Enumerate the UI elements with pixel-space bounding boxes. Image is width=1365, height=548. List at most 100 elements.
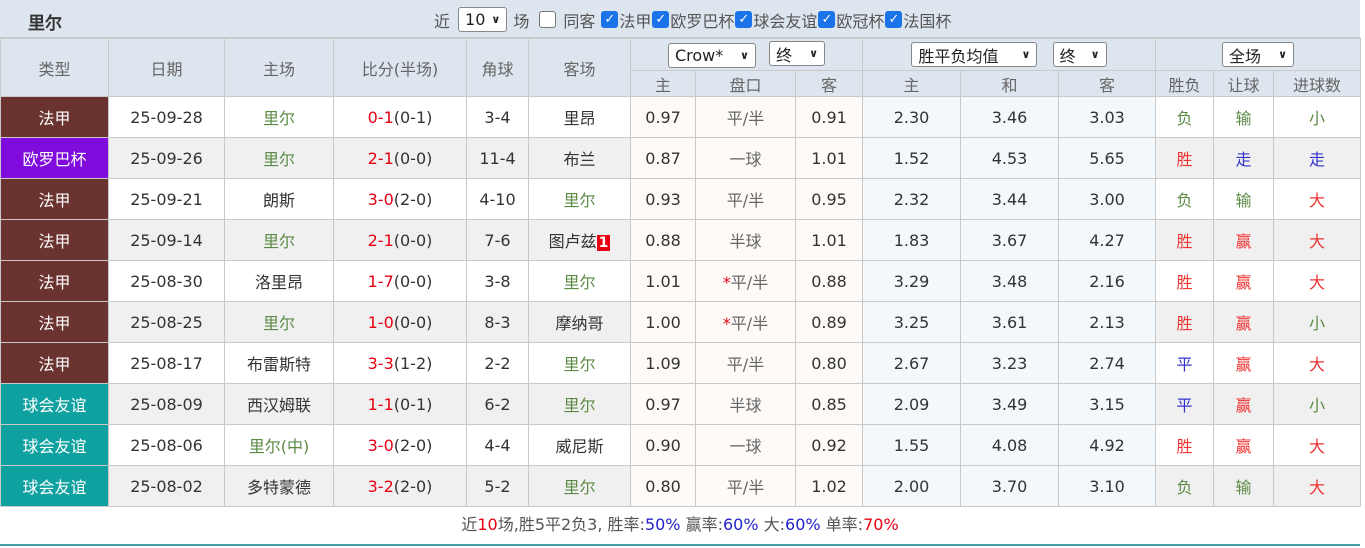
win-rate: 50% [644, 515, 681, 534]
period-select[interactable]: 全场 ∨ [1222, 42, 1295, 67]
table-row: 法甲 25-09-28 里尔 0-1(0-1) 3-4 里昂 0.97 平/半 0.91 2.30… [0, 96, 1362, 138]
home-team[interactable]: 朗斯 [224, 178, 334, 220]
half-time-score: (0-0) [393, 148, 433, 168]
period-value: 全场 [1229, 46, 1262, 66]
col-away: 客场 [528, 38, 631, 97]
away-team[interactable]: 里尔 [528, 342, 631, 384]
score-cell[interactable]: 1-0(0-0) [333, 301, 467, 343]
odd-rate: 70% [863, 515, 899, 534]
match-date: 25-09-26 [108, 137, 225, 179]
away-team[interactable]: 威尼斯 [528, 424, 631, 466]
table-row: 法甲 25-08-25 里尔 1-0(0-0) 8-3 摩纳哥 1.00 *平/半 0.89 3.… [0, 301, 1362, 343]
home-team[interactable]: 里尔 [224, 301, 334, 343]
ah-line: 半球 [695, 219, 796, 261]
competition-checkbox[interactable]: ✓ [885, 11, 903, 28]
competition-type[interactable]: 欧罗巴杯 [0, 137, 109, 179]
eu-type-select[interactable]: 胜平负均值 ∨ [911, 42, 1038, 67]
result-ah: 赢 [1213, 383, 1275, 425]
eu-home-odds: 3.25 [862, 301, 962, 343]
result-wl: 胜 [1155, 219, 1215, 261]
score-cell[interactable]: 0-1(0-1) [333, 96, 467, 138]
competition-label: 法甲 [619, 11, 652, 31]
result-ou: 大 [1273, 465, 1362, 507]
result-wl: 胜 [1155, 424, 1215, 466]
ah-company-select[interactable]: Crow* ∨ [667, 42, 756, 68]
home-team[interactable]: 洛里昂 [224, 260, 334, 302]
away-team[interactable]: 里尔 [528, 178, 631, 220]
ah-line: 平/半 [695, 178, 796, 220]
score-cell[interactable]: 1-1(0-1) [333, 383, 467, 425]
ah-line: 平/半 [695, 465, 796, 507]
match-date: 25-08-02 [108, 465, 225, 507]
home-team[interactable]: 多特蒙德 [224, 465, 334, 507]
full-time-score: 3-2 [367, 476, 394, 496]
competition-checkbox[interactable]: ✓ [818, 11, 836, 28]
away-team[interactable]: 里尔 [528, 383, 631, 425]
competition-type[interactable]: 法甲 [0, 178, 109, 220]
competition-type[interactable]: 法甲 [0, 96, 109, 138]
table-row: 球会友谊 25-08-09 西汉姆联 1-1(0-1) 6-2 里尔 0.97 半球 0.85 2… [0, 383, 1362, 425]
ah-line: *平/半 [695, 301, 796, 343]
away-team-name: 里尔 [563, 191, 596, 210]
ah-home-odds: 1.01 [630, 260, 696, 302]
competition-type[interactable]: 法甲 [0, 219, 109, 261]
ah-away-odds: 1.02 [794, 465, 864, 507]
away-team[interactable]: 图卢兹 1 [528, 219, 631, 261]
competition-checkbox[interactable]: ✓ [652, 11, 670, 28]
competition-checkbox[interactable]: ✓ [601, 11, 619, 28]
asian-handicap-header: Crow* ∨ 终 ∨ [629, 38, 864, 71]
home-team[interactable]: 里尔 [224, 137, 334, 179]
score-cell[interactable]: 3-0(2-0) [333, 424, 467, 466]
eu-stage-select[interactable]: 终 ∨ [1052, 42, 1107, 67]
score-cell[interactable]: 2-1(0-0) [333, 219, 467, 261]
eu-away-odds: 2.74 [1058, 342, 1157, 384]
competition-type[interactable]: 球会友谊 [0, 465, 109, 507]
away-team-name: 里尔 [563, 355, 596, 374]
eu-draw-odds: 3.67 [960, 219, 1060, 261]
table-row: 球会友谊 25-08-06 里尔(中) 3-0(2-0) 4-4 威尼斯 0.90 一球 0.9… [0, 424, 1362, 466]
eu-away-odds: 5.65 [1058, 137, 1157, 179]
competition-type[interactable]: 球会友谊 [0, 424, 109, 466]
away-team[interactable]: 里尔 [528, 260, 631, 302]
ah-stage-select[interactable]: 终 ∨ [769, 41, 826, 67]
away-team[interactable]: 布兰 [528, 137, 631, 179]
ah-away-odds: 1.01 [794, 137, 864, 179]
ah-home-odds: 0.97 [630, 383, 696, 425]
same-home-checkbox[interactable] [539, 11, 557, 28]
away-team[interactable]: 摩纳哥 [528, 301, 631, 343]
competition-type[interactable]: 法甲 [0, 301, 109, 343]
result-ou: 大 [1273, 219, 1362, 261]
ah-line: 平/半 [695, 342, 796, 384]
home-team[interactable]: 里尔 [224, 96, 334, 138]
home-team[interactable]: 布雷斯特 [224, 342, 334, 384]
away-team[interactable]: 里尔 [528, 465, 631, 507]
score-cell[interactable]: 3-3(1-2) [333, 342, 467, 384]
ah-line-value: 半球 [729, 396, 762, 415]
home-team[interactable]: 里尔(中) [224, 424, 334, 466]
score-cell[interactable]: 3-0(2-0) [333, 178, 467, 220]
home-team[interactable]: 西汉姆联 [224, 383, 334, 425]
competition-type[interactable]: 球会友谊 [0, 383, 109, 425]
score-cell[interactable]: 3-2(2-0) [333, 465, 467, 507]
full-time-score: 2-1 [367, 148, 394, 168]
table-row: 法甲 25-09-14 里尔 2-1(0-0) 7-6 图卢兹 1 0.88 半球 1.01 1.8… [0, 219, 1362, 261]
red-card-badge: 1 [596, 235, 611, 251]
competition-checkbox[interactable]: ✓ [735, 11, 753, 28]
eu-draw-odds: 3.70 [960, 465, 1060, 507]
away-team[interactable]: 里昂 [528, 96, 631, 138]
away-team-name: 威尼斯 [555, 437, 604, 456]
score-cell[interactable]: 2-1(0-0) [333, 137, 467, 179]
ah-line: *平/半 [695, 260, 796, 302]
ah-away-odds: 0.89 [794, 301, 864, 343]
ah-company-value: Crow* [674, 45, 724, 65]
ah-home-odds: 1.09 [630, 342, 696, 384]
recent-count-select[interactable]: 10 ∨ [458, 7, 508, 32]
eu-home-odds: 1.55 [862, 424, 962, 466]
col-date: 日期 [108, 38, 225, 97]
competition-type[interactable]: 法甲 [0, 342, 109, 384]
eu-away-odds: 3.10 [1058, 465, 1157, 507]
score-cell[interactable]: 1-7(0-0) [333, 260, 467, 302]
eu-home-odds: 2.09 [862, 383, 962, 425]
competition-type[interactable]: 法甲 [0, 260, 109, 302]
home-team[interactable]: 里尔 [224, 219, 334, 261]
